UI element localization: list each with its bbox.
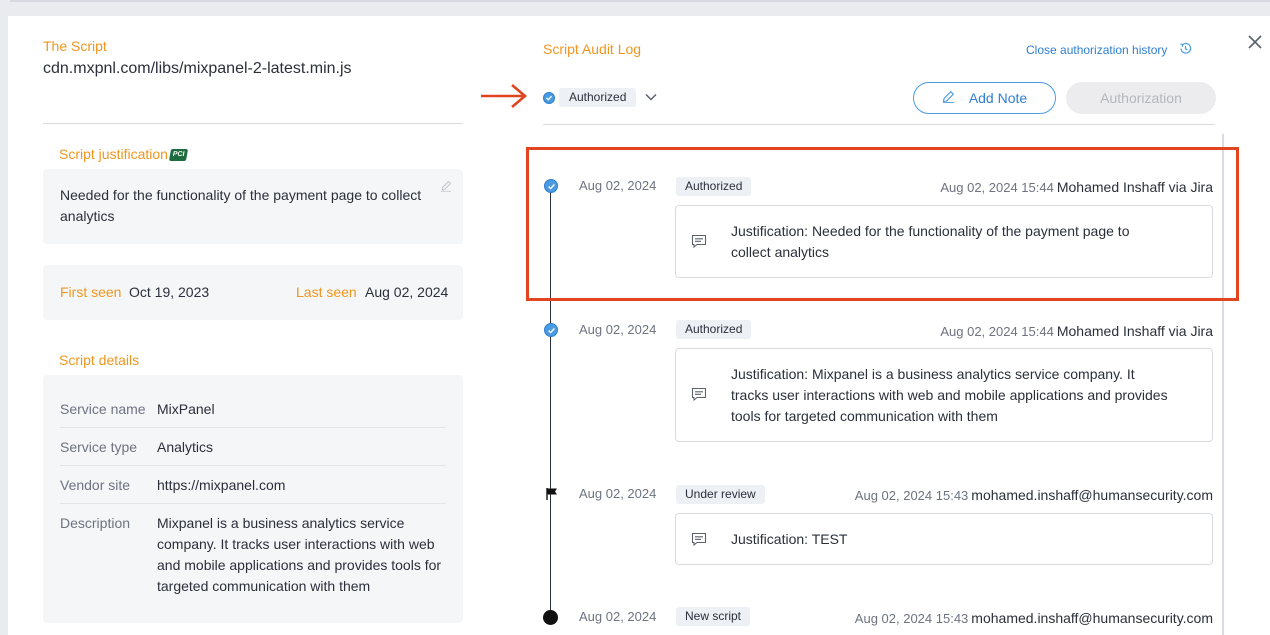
first-seen-value: Oct 19, 2023 bbox=[129, 284, 210, 300]
close-history-link[interactable]: Close authorization history bbox=[1026, 41, 1193, 59]
pci-badge: PCI bbox=[168, 149, 188, 162]
pencil-icon[interactable] bbox=[440, 179, 452, 197]
justification-card: Needed for the functionality of the paym… bbox=[43, 169, 463, 244]
detail-value: Analytics bbox=[157, 439, 214, 455]
event-status-badge: Authorized bbox=[676, 320, 752, 339]
check-icon bbox=[544, 323, 558, 337]
status-dropdown[interactable]: Authorized bbox=[543, 88, 658, 107]
detail-label: Vendor site bbox=[60, 477, 131, 493]
event-date: Aug 02, 2024 bbox=[579, 609, 657, 624]
justification-text: Needed for the functionality of the paym… bbox=[60, 187, 422, 224]
event-status-badge: New script bbox=[676, 607, 751, 626]
event-meta: Aug 02, 2024 15:43 mohamed.inshaff@humans… bbox=[855, 487, 1213, 503]
script-section-label: The Script bbox=[43, 38, 107, 54]
justification-label: Justification: bbox=[731, 531, 809, 547]
event-meta: Aug 02, 2024 15:43 mohamed.inshaff@humans… bbox=[855, 610, 1213, 626]
check-icon bbox=[543, 91, 555, 104]
new-script-dot bbox=[543, 610, 558, 625]
chevron-down-icon bbox=[644, 89, 658, 107]
event-date: Aug 02, 2024 bbox=[579, 486, 657, 501]
detail-row-vendor-site: Vendor site https://mixpanel.com bbox=[60, 466, 446, 504]
detail-row-service-type: Service type Analytics bbox=[60, 428, 446, 466]
add-note-button[interactable]: Add Note bbox=[913, 82, 1056, 114]
event-note-text: Justification: Mixpanel is a business an… bbox=[731, 364, 1172, 427]
top-border bbox=[10, 0, 1270, 2]
event-user: Mohamed Inshaff via Jira bbox=[1056, 323, 1213, 339]
vendor-site-link[interactable]: https://mixpanel.com bbox=[157, 475, 446, 496]
left-divider bbox=[43, 123, 463, 124]
justification-label: Justification: bbox=[731, 366, 809, 382]
event-date: Aug 02, 2024 bbox=[579, 322, 657, 337]
detail-row-service-name: Service name MixPanel bbox=[60, 390, 446, 428]
detail-value: Mixpanel is a business analytics service… bbox=[157, 515, 442, 594]
event-meta: Aug 02, 2024 15:44 Mohamed Inshaff via Ji… bbox=[940, 323, 1213, 339]
detail-label: Service type bbox=[60, 439, 138, 455]
audit-log-title: Script Audit Log bbox=[543, 41, 642, 57]
seen-card: First seen Oct 19, 2023 Last seen Aug 02… bbox=[43, 265, 463, 320]
event-user: mohamed.inshaff@humansecurity.com bbox=[971, 487, 1213, 503]
right-divider bbox=[543, 124, 1215, 125]
arrow-right-icon bbox=[479, 82, 529, 115]
detail-label: Service name bbox=[60, 401, 146, 417]
justification-label: Script justification PCI bbox=[59, 146, 188, 162]
script-detail-panel: The Script cdn.mxpnl.com/libs/mixpanel-2… bbox=[8, 16, 1270, 635]
add-note-label: Add Note bbox=[968, 90, 1028, 106]
flag-icon bbox=[545, 487, 559, 506]
detail-label: Description bbox=[60, 515, 131, 531]
details-card: Service name MixPanel Service type Analy… bbox=[43, 375, 463, 623]
event-note-text: Justification: TEST bbox=[731, 529, 1172, 550]
close-history-text: Close authorization history bbox=[1026, 43, 1168, 57]
comment-icon bbox=[691, 532, 707, 552]
annotation-highlight-box bbox=[526, 147, 1239, 301]
justification-label-text: Script justification bbox=[59, 146, 168, 162]
pencil-icon bbox=[942, 90, 955, 106]
authorization-button[interactable]: Authorization bbox=[1066, 82, 1216, 114]
last-seen-label: Last seen bbox=[296, 284, 357, 300]
detail-value: MixPanel bbox=[157, 401, 215, 417]
comment-icon bbox=[691, 387, 707, 407]
close-icon[interactable] bbox=[1247, 34, 1263, 55]
history-icon bbox=[1178, 41, 1193, 59]
event-timestamp: Aug 02, 2024 15:43 bbox=[854, 488, 969, 503]
event-timestamp: Aug 02, 2024 15:43 bbox=[854, 611, 969, 626]
event-status-badge: Under review bbox=[676, 485, 765, 504]
status-value: Authorized bbox=[559, 88, 637, 107]
event-note-box: Justification: TEST bbox=[675, 513, 1213, 565]
script-url: cdn.mxpnl.com/libs/mixpanel-2-latest.min… bbox=[43, 60, 352, 77]
first-seen-label: First seen bbox=[60, 284, 122, 300]
event-user: mohamed.inshaff@humansecurity.com bbox=[971, 610, 1213, 626]
last-seen-value: Aug 02, 2024 bbox=[365, 284, 449, 300]
event-timestamp: Aug 02, 2024 15:44 bbox=[940, 324, 1054, 339]
details-label: Script details bbox=[59, 352, 140, 368]
justification-value: TEST bbox=[811, 531, 848, 547]
event-note-box: Justification: Mixpanel is a business an… bbox=[675, 348, 1213, 442]
detail-row-description: Description Mixpanel is a business analy… bbox=[60, 504, 446, 614]
